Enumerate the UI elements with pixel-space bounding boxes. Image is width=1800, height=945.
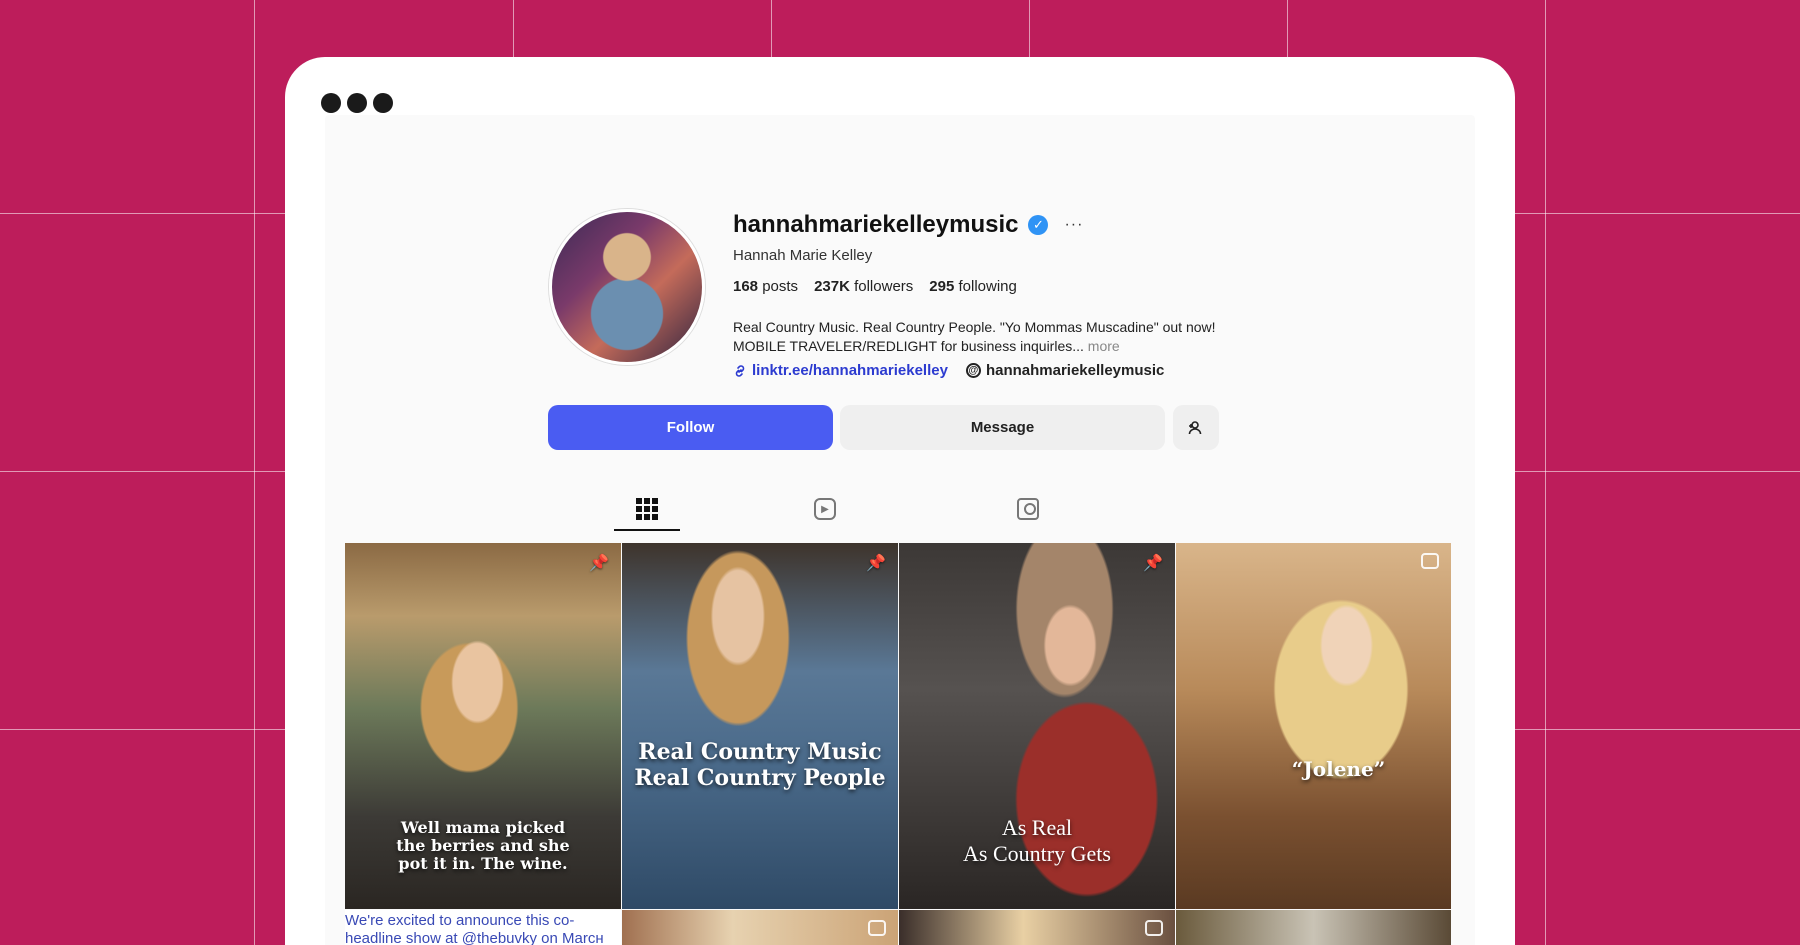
profile-links: linktr.ee/hannahmariekelley @ hannahmari…: [733, 362, 1164, 379]
tab-posts[interactable]: [614, 493, 680, 531]
followers-label: followers: [854, 278, 914, 295]
video-icon: [868, 920, 886, 936]
post-caption: “Jolene”: [1291, 757, 1386, 781]
add-person-icon: [1188, 420, 1202, 434]
window-dot-icon[interactable]: [321, 93, 341, 113]
reels-icon: ▶: [814, 498, 836, 520]
following-stat[interactable]: 295 following: [929, 278, 1017, 295]
post-tile[interactable]: 📌 Real Country Music Real Country People: [622, 543, 898, 909]
post-caption: As Real As Country Gets: [899, 815, 1175, 867]
post-caption-line: Real Country Music: [638, 739, 882, 765]
video-icon: [1421, 553, 1439, 569]
bio-line: MOBILE TRAVELER/REDLIGHT for business in…: [733, 337, 1253, 356]
video-icon: [1145, 920, 1163, 936]
post-tile[interactable]: “Jolene”: [1176, 543, 1451, 909]
external-link-text: linktr.ee/hannahmariekelley: [752, 362, 948, 379]
post-tile[interactable]: [1176, 910, 1451, 945]
profile-tabs: ▶: [325, 493, 1475, 531]
post-caption-line: As Real: [1001, 815, 1073, 840]
pin-icon: 📌: [1143, 555, 1163, 572]
username-row: hannahmariekelleymusic ✓ ···: [733, 211, 1083, 239]
threads-link[interactable]: @ hannahmariekelleymusic: [965, 362, 1165, 379]
browser-window: hannahmariekelleymusic ✓ ··· Hannah Mari…: [285, 57, 1515, 945]
post-tile[interactable]: 📌 As Real As Country Gets: [899, 543, 1175, 909]
window-dot-icon[interactable]: [347, 93, 367, 113]
post-caption: Well mama picked the berries and she pot…: [396, 818, 570, 873]
threads-handle: hannahmariekelleymusic: [985, 362, 1165, 379]
following-count: 295: [929, 278, 955, 295]
bio-line: Real Country Music. Real Country People.…: [733, 319, 1216, 335]
following-label: following: [958, 278, 1017, 295]
post-caption-line: Real Country People: [634, 765, 886, 791]
window-controls: [321, 93, 393, 113]
full-name: Hannah Marie Kelley: [733, 247, 873, 264]
tab-reels[interactable]: ▶: [808, 493, 842, 525]
posts-stat: 168 posts: [733, 278, 798, 295]
posts-count: 168: [733, 278, 759, 295]
post-tile[interactable]: We're excited to announce this co-headli…: [345, 910, 621, 945]
post-caption-line: As Country Gets: [963, 841, 1111, 866]
posts-label: posts: [762, 278, 799, 295]
post-tile[interactable]: 📌 Well mama picked the berries and she p…: [345, 543, 621, 909]
followers-count: 237K: [814, 278, 850, 295]
window-dot-icon[interactable]: [373, 93, 393, 113]
bio-line-text: MOBILE TRAVELER/REDLIGHT for business in…: [733, 338, 1084, 354]
message-button[interactable]: Message: [840, 405, 1165, 450]
tab-tagged[interactable]: [1011, 493, 1045, 525]
link-icon: [735, 364, 745, 377]
post-caption: Real Country Music Real Country People: [622, 739, 898, 791]
suggested-accounts-button[interactable]: [1173, 405, 1219, 450]
pin-icon: 📌: [866, 555, 886, 572]
post-alt-text: We're excited to announce this co-headli…: [345, 912, 604, 945]
bio: Real Country Music. Real Country People.…: [733, 318, 1253, 356]
post-tile[interactable]: [622, 910, 898, 945]
verified-badge-icon: ✓: [1028, 215, 1049, 235]
bio-more-link[interactable]: more: [1088, 338, 1120, 354]
post-tile[interactable]: [899, 910, 1175, 945]
followers-stat[interactable]: 237K followers: [814, 278, 913, 295]
avatar[interactable]: [549, 209, 705, 365]
external-link[interactable]: linktr.ee/hannahmariekelley: [733, 362, 948, 379]
grid-icon: [636, 498, 658, 520]
profile-stats: 168 posts 237K followers 295 following: [733, 278, 1017, 295]
username: hannahmariekelleymusic: [733, 211, 1019, 238]
posts-grid: 📌 Well mama picked the berries and she p…: [345, 543, 1451, 945]
pin-icon: 📌: [589, 555, 609, 572]
follow-button[interactable]: Follow: [548, 405, 833, 450]
tagged-icon: [1017, 498, 1039, 520]
threads-icon: @: [965, 363, 981, 378]
profile-page: hannahmariekelleymusic ✓ ··· Hannah Mari…: [325, 115, 1475, 945]
more-options-icon[interactable]: ···: [1064, 216, 1083, 234]
